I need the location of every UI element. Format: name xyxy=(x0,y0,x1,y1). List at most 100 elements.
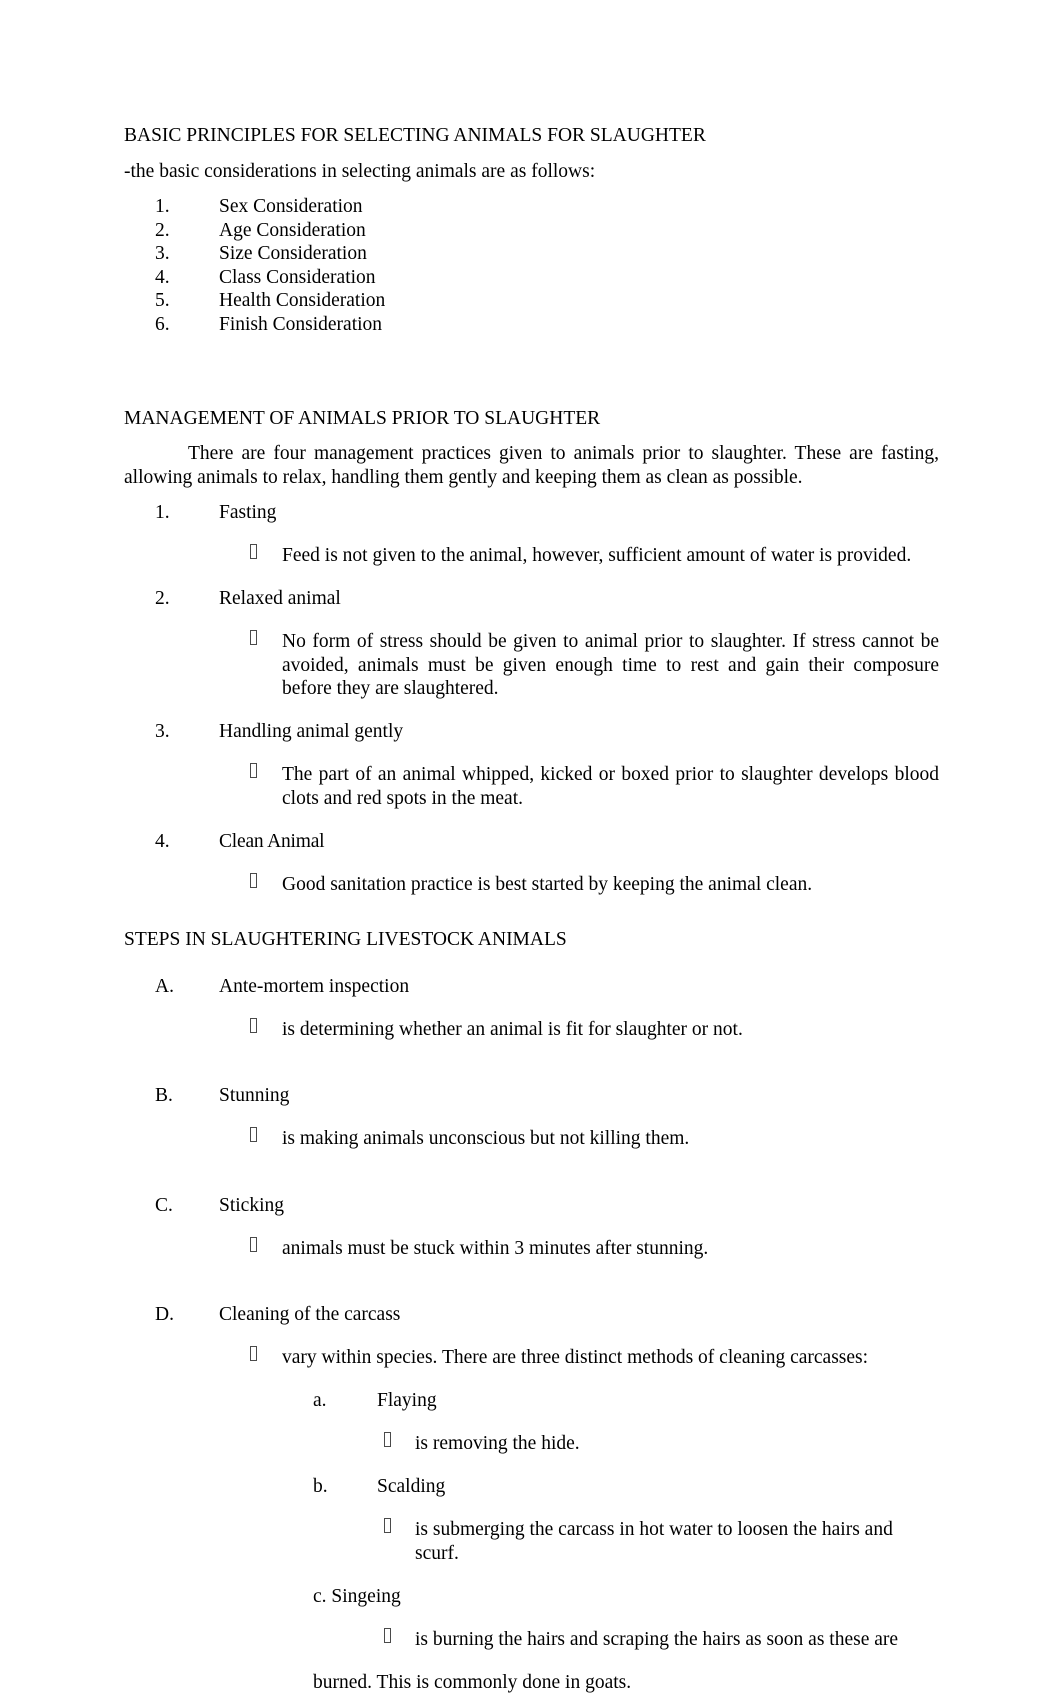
sub-list-item: a. Flaying xyxy=(124,1389,939,1413)
section-2-paragraph: There are four management practices give… xyxy=(124,442,939,489)
spacer xyxy=(124,336,939,383)
list-item: B. Stunning xyxy=(155,1084,939,1108)
list-item-label: Stunning xyxy=(219,1084,939,1108)
bullet-item: is making animals unconscious but not ki… xyxy=(124,1127,939,1151)
list-item: 1. Fasting xyxy=(155,501,939,525)
bullet-text: The part of an animal whipped, kicked or… xyxy=(282,764,939,809)
list-item: 2. Age Consideration xyxy=(155,219,939,243)
list-marker: D. xyxy=(155,1303,211,1327)
list-item-label: Cleaning of the carcass xyxy=(219,1303,939,1327)
list-item-label: Ante-mortem inspection xyxy=(219,975,939,999)
list-marker: 3. xyxy=(155,242,211,266)
missing-glyph-bullet-icon xyxy=(250,1018,257,1033)
list-item: 1. Sex Consideration xyxy=(155,195,939,219)
bullet-item: is burning the hairs and scraping the ha… xyxy=(124,1628,939,1652)
spacer xyxy=(124,183,939,195)
missing-glyph-bullet-icon xyxy=(384,1628,391,1643)
list-marker: A. xyxy=(155,975,211,999)
missing-glyph-bullet-icon xyxy=(250,873,257,888)
list-marker: 2. xyxy=(155,587,211,611)
bullet-text: is determining whether an animal is fit … xyxy=(282,1019,743,1040)
sub-list-item: b. Scalding xyxy=(124,1475,939,1499)
bullet-text: is submerging the carcass in hot water t… xyxy=(415,1519,893,1564)
bullet-item: Good sanitation practice is best started… xyxy=(124,873,939,897)
bullet-item: is determining whether an animal is fit … xyxy=(124,1018,939,1042)
spacer xyxy=(124,916,939,928)
missing-glyph-bullet-icon xyxy=(250,1346,257,1361)
list-marker: 3. xyxy=(155,720,211,744)
list-item: 3. Handling animal gently xyxy=(155,720,939,744)
list-item: C. Sticking xyxy=(155,1194,939,1218)
bullet-text: Feed is not given to the animal, however… xyxy=(282,545,911,566)
missing-glyph-bullet-icon xyxy=(384,1432,391,1447)
bullet-text: vary within species. There are three dis… xyxy=(282,1347,868,1368)
document-body: BASIC PRINCIPLES FOR SELECTING ANIMALS F… xyxy=(124,124,939,1694)
list-item-label: Clean Animal xyxy=(219,830,939,854)
bullet-text: animals must be stuck within 3 minutes a… xyxy=(282,1238,708,1259)
list-item: 4. Class Consideration xyxy=(155,266,939,290)
list-marker: 1. xyxy=(155,501,211,525)
bullet-text: No form of stress should be given to ani… xyxy=(282,631,939,699)
list-item-label: Relaxed animal xyxy=(219,587,939,611)
list-marker: B. xyxy=(155,1084,211,1108)
list-marker: 2. xyxy=(155,219,211,243)
bullet-item: is submerging the carcass in hot water t… xyxy=(124,1518,939,1565)
list-marker: 4. xyxy=(155,830,211,854)
spacer xyxy=(124,430,939,442)
bullet-text: is burning the hairs and scraping the ha… xyxy=(415,1629,898,1650)
list-item-label: Handling animal gently xyxy=(219,720,939,744)
missing-glyph-bullet-icon xyxy=(250,630,257,645)
list-item-label: Sticking xyxy=(219,1194,939,1218)
list-item: D. Cleaning of the carcass xyxy=(155,1303,939,1327)
spacer xyxy=(124,951,939,975)
list-item: 4. Clean Animal xyxy=(155,830,939,854)
list-item-label: Health Consideration xyxy=(219,289,939,313)
bullet-item: No form of stress should be given to ani… xyxy=(124,630,939,701)
list-item-label: Fasting xyxy=(219,501,939,525)
sub-list-item-label: Scalding xyxy=(377,1476,445,1497)
list-item-label: Class Consideration xyxy=(219,266,939,290)
bullet-text: Good sanitation practice is best started… xyxy=(282,874,812,895)
list-item-label: Size Consideration xyxy=(219,242,939,266)
sub-list-marker: a. xyxy=(313,1389,363,1413)
bullet-item: Feed is not given to the animal, however… xyxy=(124,544,939,568)
missing-glyph-bullet-icon xyxy=(250,763,257,778)
list-marker: 6. xyxy=(155,313,211,337)
list-item: A. Ante-mortem inspection xyxy=(155,975,939,999)
spacer xyxy=(124,489,939,501)
list-item: 5. Health Consideration xyxy=(155,289,939,313)
spacer xyxy=(124,148,939,160)
spacer xyxy=(124,1170,939,1194)
list-marker: 4. xyxy=(155,266,211,290)
section-1-heading: BASIC PRINCIPLES FOR SELECTING ANIMALS F… xyxy=(124,124,939,148)
missing-glyph-bullet-icon xyxy=(250,544,257,559)
bullet-item: animals must be stuck within 3 minutes a… xyxy=(124,1237,939,1261)
sub-list-item-label: Flaying xyxy=(377,1390,437,1411)
section-1-intro: -the basic considerations in selecting a… xyxy=(124,160,939,184)
missing-glyph-bullet-icon xyxy=(384,1518,391,1533)
bullet-text: is removing the hide. xyxy=(415,1433,580,1454)
spacer xyxy=(124,383,939,407)
bullet-item: is removing the hide. xyxy=(124,1432,939,1456)
spacer xyxy=(124,1280,939,1304)
list-item: 3. Size Consideration xyxy=(155,242,939,266)
section-3-heading: STEPS IN SLAUGHTERING LIVESTOCK ANIMALS xyxy=(124,928,939,952)
list-marker: 1. xyxy=(155,195,211,219)
missing-glyph-bullet-icon xyxy=(250,1127,257,1142)
list-item-label: Age Consideration xyxy=(219,219,939,243)
list-item: 6. Finish Consideration xyxy=(155,313,939,337)
sub-list-marker: b. xyxy=(313,1475,363,1499)
list-item-label: Finish Consideration xyxy=(219,313,939,337)
spacer xyxy=(124,1061,939,1085)
list-item-label: Sex Consideration xyxy=(219,195,939,219)
bullet-text-wrap: burned. This is commonly done in goats. xyxy=(124,1671,939,1694)
document-page: BASIC PRINCIPLES FOR SELECTING ANIMALS F… xyxy=(0,0,1062,1561)
missing-glyph-bullet-icon xyxy=(250,1237,257,1252)
bullet-item: The part of an animal whipped, kicked or… xyxy=(124,763,939,810)
bullet-item: vary within species. There are three dis… xyxy=(124,1346,939,1370)
list-marker: C. xyxy=(155,1194,211,1218)
sub-list-item-label-plain: c. Singeing xyxy=(124,1585,939,1609)
bullet-text: is making animals unconscious but not ki… xyxy=(282,1128,689,1149)
list-marker: 5. xyxy=(155,289,211,313)
section-2-heading: MANAGEMENT OF ANIMALS PRIOR TO SLAUGHTER xyxy=(124,407,939,431)
